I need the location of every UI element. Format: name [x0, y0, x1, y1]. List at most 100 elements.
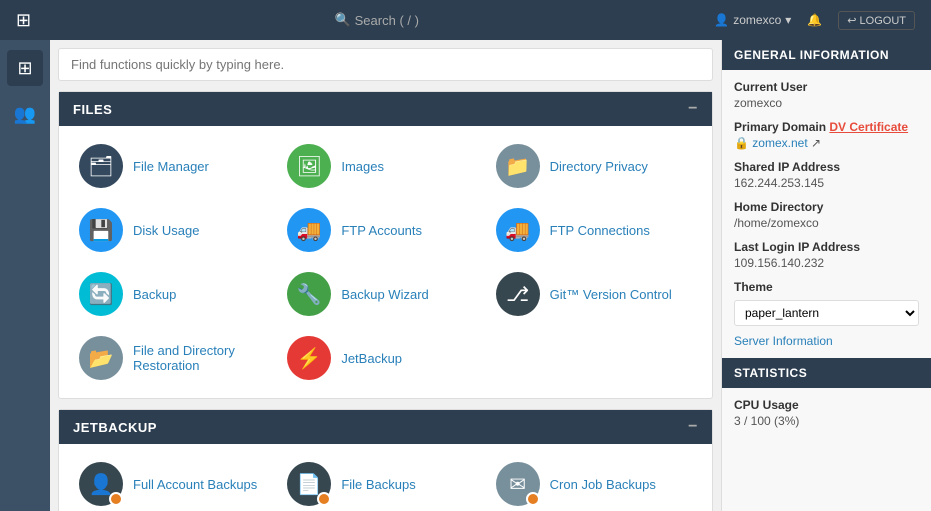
statistics-header: STATISTICS — [722, 358, 931, 388]
logout-button[interactable]: ↩ LOGOUT — [838, 11, 915, 30]
item-full-account-backups[interactable]: 👤 Full Account Backups — [75, 456, 279, 511]
top-nav: ⊞ 🔍 Search ( / ) 👤 zomexco ▾ 🔔 ↩ LOGOUT — [0, 0, 931, 40]
ftp-accounts-label: FTP Accounts — [341, 223, 422, 238]
statistics-title: STATISTICS — [734, 366, 807, 380]
dv-certificate-link[interactable]: DV Certificate — [829, 120, 908, 134]
primary-domain-label: Primary Domain DV Certificate — [734, 120, 919, 134]
last-login-label: Last Login IP Address — [734, 240, 919, 254]
file-backups-badge — [317, 492, 331, 506]
notifications-icon[interactable]: 🔔 — [807, 13, 822, 27]
domain-value: 🔒 zomex.net ↗ — [734, 136, 919, 150]
user-icon: 👤 — [714, 13, 729, 27]
topnav-right: 👤 zomexco ▾ 🔔 ↩ LOGOUT — [714, 11, 915, 30]
jetbackup-label: JetBackup — [341, 351, 402, 366]
shared-ip-label: Shared IP Address — [734, 160, 919, 174]
item-file-backups[interactable]: 📄 File Backups — [283, 456, 487, 511]
search-label: Search ( / ) — [355, 13, 419, 28]
current-user-value: zomexco — [734, 96, 919, 110]
item-directory-privacy[interactable]: 📁 Directory Privacy — [492, 138, 696, 194]
file-manager-label: File Manager — [133, 159, 209, 174]
ftp-connections-icon: 🚚 — [496, 208, 540, 252]
logout-label: LOGOUT — [860, 15, 906, 27]
ftp-connections-label: FTP Connections — [550, 223, 650, 238]
domain-link[interactable]: zomex.net — [752, 136, 807, 150]
cpu-usage-label: CPU Usage — [734, 398, 919, 412]
full-account-backups-label: Full Account Backups — [133, 477, 257, 492]
search-area: 🔍 Search ( / ) — [51, 12, 702, 28]
sidebar-item-users[interactable]: 👥 — [7, 96, 43, 132]
general-info-header: GENERAL INFORMATION — [722, 40, 931, 70]
files-toggle[interactable]: − — [688, 100, 698, 118]
full-account-backups-badge — [109, 492, 123, 506]
jetbackup-icon: ⚡ — [287, 336, 331, 380]
shared-ip-value: 162.244.253.145 — [734, 176, 919, 190]
item-backup-wizard[interactable]: 🔧 Backup Wizard — [283, 266, 487, 322]
jetbackup-toggle[interactable]: − — [688, 418, 698, 436]
item-git-version-control[interactable]: ⎇ Git™ Version Control — [492, 266, 696, 322]
file-backups-icon: 📄 — [287, 462, 331, 506]
theme-select[interactable]: paper_lantern — [734, 300, 919, 326]
backup-label: Backup — [133, 287, 176, 302]
grid-icon[interactable]: ⊞ — [16, 10, 31, 31]
directory-privacy-icon: 📁 — [496, 144, 540, 188]
item-ftp-accounts[interactable]: 🚚 FTP Accounts — [283, 202, 487, 258]
item-jetbackup[interactable]: ⚡ JetBackup — [283, 330, 487, 386]
file-dir-restoration-label: File and Directory Restoration — [133, 343, 275, 373]
item-file-manager[interactable]: 🗂 File Manager — [75, 138, 279, 194]
app-layout: ⊞ 👥 FILES − 🗂 File Manager 🖼 Images — [0, 40, 931, 511]
backup-wizard-label: Backup Wizard — [341, 287, 428, 302]
username: zomexco — [733, 13, 781, 27]
cron-job-backups-label: Cron Job Backups — [550, 477, 656, 492]
item-file-directory-restoration[interactable]: 📂 File and Directory Restoration — [75, 330, 279, 386]
left-sidebar: ⊞ 👥 — [0, 40, 50, 511]
home-dir-value: /home/zomexco — [734, 216, 919, 230]
ftp-accounts-icon: 🚚 — [287, 208, 331, 252]
disk-usage-label: Disk Usage — [133, 223, 199, 238]
search-button[interactable]: 🔍 Search ( / ) — [334, 12, 418, 28]
jetbackup-section-body: 👤 Full Account Backups 📄 File Backups ✉ — [59, 444, 712, 511]
item-disk-usage[interactable]: 💾 Disk Usage — [75, 202, 279, 258]
item-backup[interactable]: 🔄 Backup — [75, 266, 279, 322]
images-label: Images — [341, 159, 384, 174]
general-info-title: GENERAL INFORMATION — [734, 48, 889, 62]
item-cron-job-backups[interactable]: ✉ Cron Job Backups — [492, 456, 696, 511]
logout-icon: ↩ — [847, 15, 856, 27]
jetbackup-section: JETBACKUP − 👤 Full Account Backups 📄 — [58, 409, 713, 511]
files-title: FILES — [73, 102, 112, 117]
files-section-body: 🗂 File Manager 🖼 Images 📁 Directory Priv… — [59, 126, 712, 398]
file-manager-icon: 🗂 — [79, 144, 123, 188]
search-icon: 🔍 — [334, 12, 350, 28]
statistics-body: CPU Usage 3 / 100 (3%) — [722, 388, 931, 438]
theme-label: Theme — [734, 280, 919, 294]
lock-icon: 🔒 — [734, 136, 749, 150]
main-content: FILES − 🗂 File Manager 🖼 Images 📁 Direct… — [50, 40, 721, 511]
external-link-icon: ↗ — [811, 136, 821, 150]
backup-icon: 🔄 — [79, 272, 123, 316]
current-user-label: Current User — [734, 80, 919, 94]
jetbackup-section-header: JETBACKUP − — [59, 410, 712, 444]
disk-usage-icon: 💾 — [79, 208, 123, 252]
home-dir-label: Home Directory — [734, 200, 919, 214]
user-menu[interactable]: 👤 zomexco ▾ — [714, 13, 791, 27]
server-info-link[interactable]: Server Information — [734, 334, 919, 348]
last-login-value: 109.156.140.232 — [734, 256, 919, 270]
item-ftp-connections[interactable]: 🚚 FTP Connections — [492, 202, 696, 258]
right-panel: GENERAL INFORMATION Current User zomexco… — [721, 40, 931, 511]
backup-wizard-icon: 🔧 — [287, 272, 331, 316]
directory-privacy-label: Directory Privacy — [550, 159, 648, 174]
git-label: Git™ Version Control — [550, 287, 672, 302]
cron-job-backups-badge — [526, 492, 540, 506]
cron-job-backups-icon: ✉ — [496, 462, 540, 506]
file-dir-restoration-icon: 📂 — [79, 336, 123, 380]
jetbackup-title: JETBACKUP — [73, 420, 157, 435]
chevron-down-icon: ▾ — [785, 13, 791, 27]
full-account-backups-icon: 👤 — [79, 462, 123, 506]
images-icon: 🖼 — [287, 144, 331, 188]
file-backups-label: File Backups — [341, 477, 415, 492]
general-info-body: Current User zomexco Primary Domain DV C… — [722, 70, 931, 358]
sidebar-item-home[interactable]: ⊞ — [7, 50, 43, 86]
item-images[interactable]: 🖼 Images — [283, 138, 487, 194]
files-section: FILES − 🗂 File Manager 🖼 Images 📁 Direct… — [58, 91, 713, 399]
cpu-usage-value: 3 / 100 (3%) — [734, 414, 919, 428]
quick-find-input[interactable] — [58, 48, 713, 81]
